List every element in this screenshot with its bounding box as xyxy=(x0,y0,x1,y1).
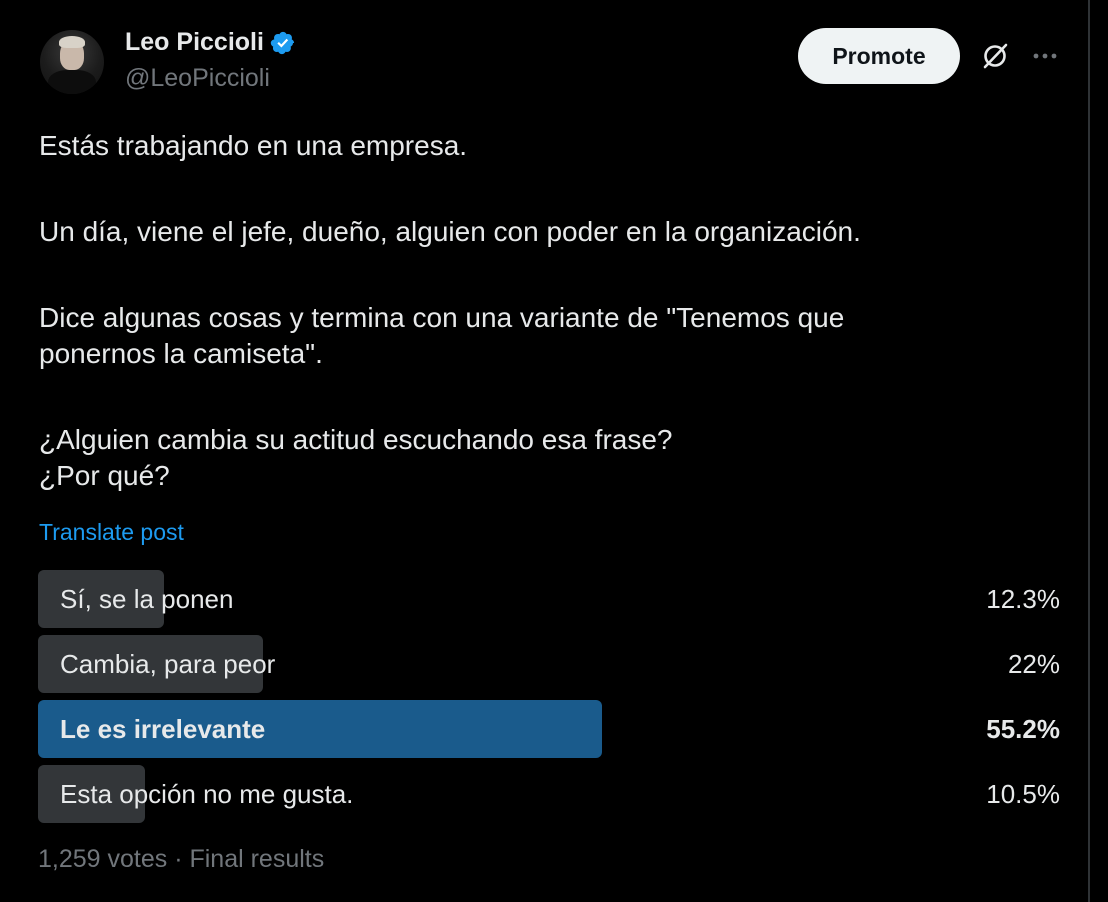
poll-option: Sí, se la ponen 12.3% xyxy=(38,570,1060,628)
tweet-header: Leo Piccioli @LeoPiccioli Promote xyxy=(40,26,1080,102)
poll-option-percent: 55.2% xyxy=(986,714,1060,744)
tweet-line: ¿Por qué? xyxy=(39,460,170,491)
poll-option: Cambia, para peor 22% xyxy=(38,635,1060,693)
poll-option-percent: 12.3% xyxy=(986,584,1060,614)
translate-post-link[interactable]: Translate post xyxy=(39,519,184,546)
poll-option-label: Esta opción no me gusta. xyxy=(60,779,354,809)
promote-button[interactable]: Promote xyxy=(798,28,960,84)
tweet-paragraph: Dice algunas cosas y termina con una var… xyxy=(39,300,1079,372)
poll-option-label: Sí, se la ponen xyxy=(60,584,234,614)
more-options-icon[interactable] xyxy=(1030,44,1060,68)
tweet-body: Estás trabajando en una empresa. Un día,… xyxy=(39,128,1079,494)
poll-option-percent: 10.5% xyxy=(986,779,1060,809)
author-display-name[interactable]: Leo Piccioli xyxy=(125,28,264,57)
tweet-paragraph: ¿Alguien cambia su actitud escuchando es… xyxy=(39,422,1079,494)
poll-option-label: Le es irrelevante xyxy=(60,714,266,744)
poll-option: Le es irrelevante 55.2% xyxy=(38,700,1060,758)
tweet-line: Estás trabajando en una empresa. xyxy=(39,130,468,161)
tweet-paragraph: Estás trabajando en una empresa. xyxy=(39,128,1079,164)
avatar[interactable] xyxy=(40,30,104,94)
poll: Sí, se la ponen 12.3% Cambia, para peor … xyxy=(38,570,1060,830)
column-divider xyxy=(1088,0,1090,902)
poll-option: Esta opción no me gusta. 10.5% xyxy=(38,765,1060,823)
tweet-line: ponernos la camiseta". xyxy=(39,338,323,369)
tweet-line: Un día, viene el jefe, dueño, alguien co… xyxy=(39,216,861,247)
tweet-line: Dice algunas cosas y termina con una var… xyxy=(39,302,845,333)
tweet-line: ¿Alguien cambia su actitud escuchando es… xyxy=(39,424,673,455)
poll-option-label: Cambia, para peor xyxy=(60,649,276,679)
grok-icon[interactable] xyxy=(980,41,1010,71)
poll-footer: 1,259 votes · Final results xyxy=(38,845,325,873)
tweet-paragraph: Un día, viene el jefe, dueño, alguien co… xyxy=(39,214,1079,250)
author-handle[interactable]: @LeoPiccioli xyxy=(125,64,270,93)
verified-badge-icon[interactable] xyxy=(270,30,296,56)
poll-option-percent: 22% xyxy=(1007,649,1060,679)
author-name-row: Leo Piccioli xyxy=(125,28,296,57)
